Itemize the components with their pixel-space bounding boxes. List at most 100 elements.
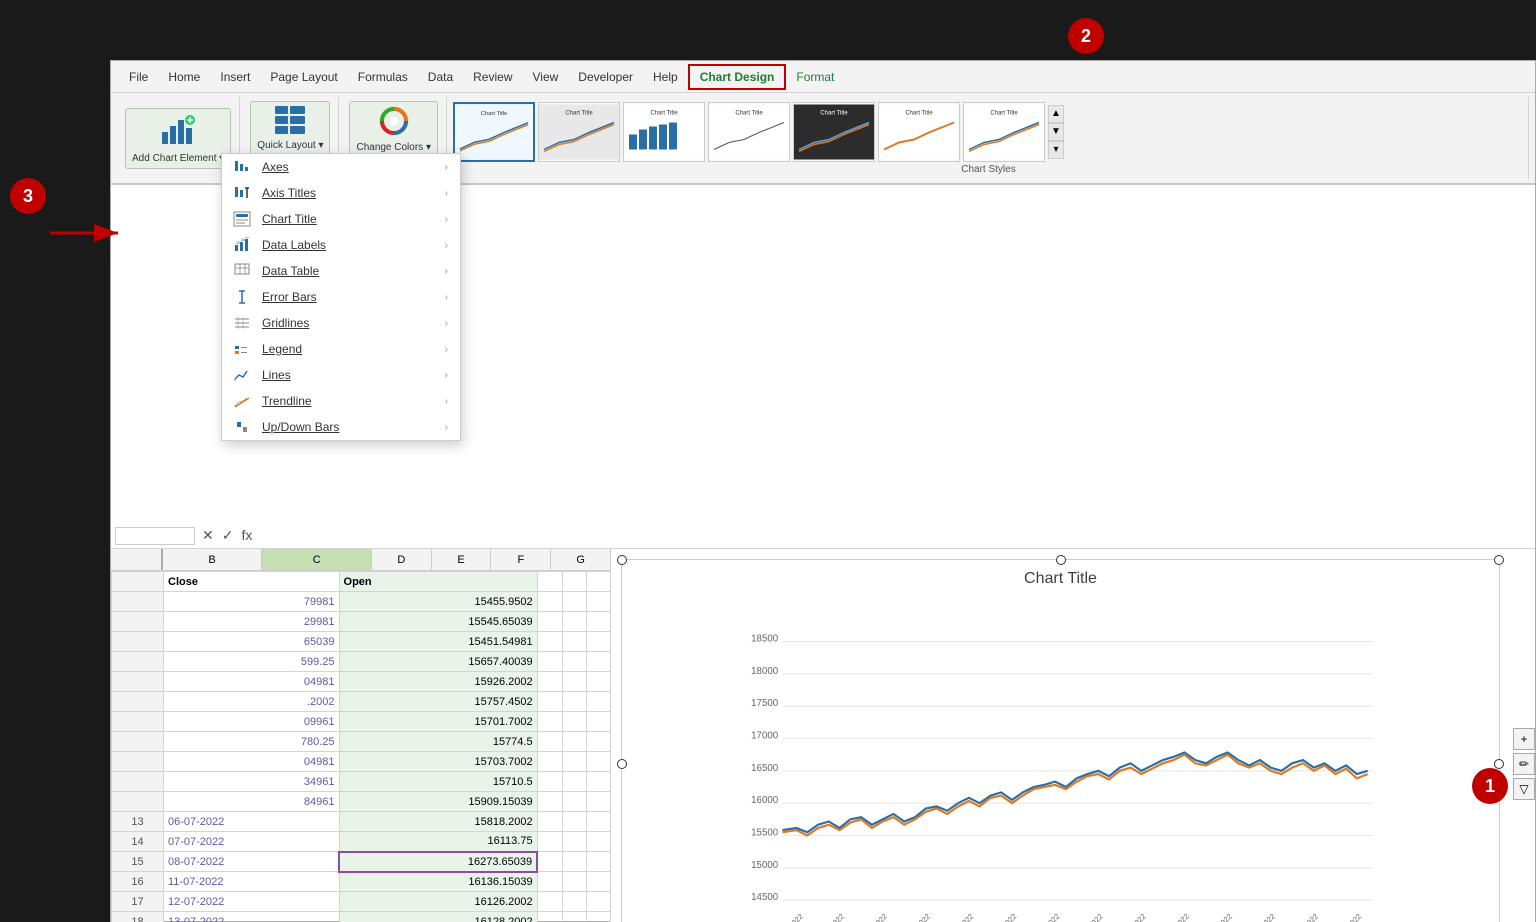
- handle-mr[interactable]: [1494, 759, 1504, 769]
- table-row[interactable]: 0498115926.2002: [112, 672, 611, 692]
- svg-text:Chart Title: Chart Title: [735, 110, 763, 116]
- table-row[interactable]: 0996115701.7002: [112, 712, 611, 732]
- tab-home[interactable]: Home: [158, 64, 210, 90]
- scroll-down-button[interactable]: ▼: [1048, 123, 1064, 141]
- data-table-icon: [230, 263, 254, 279]
- table-row[interactable]: 599.2515657.40039: [112, 652, 611, 672]
- col-header-b[interactable]: B: [163, 549, 263, 570]
- menu-item-data-labels[interactable]: 122436 Data Labels ›: [222, 232, 460, 258]
- table-row[interactable]: 0498115703.7002: [112, 752, 611, 772]
- chart-style-7[interactable]: Chart Title: [963, 102, 1045, 162]
- svg-text:02-08-2022: 02-08-2022: [1028, 912, 1062, 922]
- menu-item-lines[interactable]: Lines ›: [222, 362, 460, 388]
- col-header-d[interactable]: D: [372, 549, 432, 570]
- svg-text:18000: 18000: [751, 666, 779, 677]
- handle-tm[interactable]: [1056, 555, 1066, 565]
- chart-title-label: Chart Title: [262, 212, 445, 226]
- row-num-cell: [112, 572, 164, 592]
- tab-page-layout[interactable]: Page Layout: [260, 64, 347, 90]
- trendline-label: Trendline: [262, 394, 445, 408]
- handle-tl[interactable]: [617, 555, 627, 565]
- add-element-chart-btn[interactable]: +: [1513, 728, 1535, 750]
- tab-chart-design[interactable]: Chart Design: [688, 64, 787, 90]
- table-row[interactable]: 780.2515774.5: [112, 732, 611, 752]
- change-colors-icon: [378, 105, 410, 142]
- menu-item-legend[interactable]: Legend ›: [222, 336, 460, 362]
- axis-titles-icon: [230, 185, 254, 201]
- chart-style-btn[interactable]: ✏: [1513, 753, 1535, 775]
- tab-developer[interactable]: Developer: [568, 64, 643, 90]
- insert-function-icon[interactable]: fx: [238, 527, 255, 544]
- table-row[interactable]: 3496115710.5: [112, 772, 611, 792]
- chart-style-3[interactable]: Chart Title: [623, 102, 705, 162]
- menu-item-axis-titles[interactable]: Axis Titles ›: [222, 180, 460, 206]
- svg-text:18500: 18500: [751, 634, 779, 645]
- data-labels-label: Data Labels: [262, 238, 445, 252]
- svg-text:Chart Title: Chart Title: [481, 110, 508, 116]
- chart-style-4[interactable]: Chart Title: [708, 102, 790, 162]
- axes-label: Axes: [262, 160, 445, 174]
- confirm-formula-icon[interactable]: ✓: [219, 527, 237, 544]
- add-chart-element-button[interactable]: Add Chart Element ▾: [125, 108, 231, 169]
- chart-style-1[interactable]: Chart Title: [453, 102, 535, 162]
- table-row[interactable]: 1712-07-202216126.2002: [112, 892, 611, 912]
- scroll-more-button[interactable]: ▾: [1048, 141, 1064, 159]
- menu-item-axes[interactable]: Axes ›: [222, 154, 460, 180]
- scroll-up-button[interactable]: ▲: [1048, 105, 1064, 123]
- legend-label: Legend: [262, 342, 445, 356]
- quick-layout-button[interactable]: Quick Layout ▾: [250, 101, 330, 156]
- table-row[interactable]: 8496115909.15039: [112, 792, 611, 812]
- table-row[interactable]: 1813-07-202216128.2002: [112, 912, 611, 922]
- cell-empty-e: [562, 572, 586, 592]
- axis-titles-arrow: ›: [445, 188, 448, 199]
- tab-insert[interactable]: Insert: [210, 64, 260, 90]
- change-colors-button[interactable]: Change Colors ▾: [349, 101, 438, 158]
- chart-style-6[interactable]: Chart Title: [878, 102, 960, 162]
- svg-text:16500: 16500: [751, 763, 779, 774]
- cancel-formula-icon[interactable]: ✕: [199, 527, 217, 544]
- name-box[interactable]: [115, 527, 195, 545]
- tab-file[interactable]: File: [119, 64, 158, 90]
- menu-item-gridlines[interactable]: Gridlines ›: [222, 310, 460, 336]
- tab-view[interactable]: View: [523, 64, 569, 90]
- legend-arrow: ›: [445, 344, 448, 355]
- axes-icon: [230, 159, 254, 175]
- menu-item-chart-title[interactable]: Chart Title ›: [222, 206, 460, 232]
- menu-item-trendline[interactable]: Trendline ›: [222, 388, 460, 414]
- col-header-f[interactable]: F: [491, 549, 551, 570]
- table-row[interactable]: .200215757.4502: [112, 692, 611, 712]
- handle-ml[interactable]: [617, 759, 627, 769]
- chart-filter-btn[interactable]: ▽: [1513, 778, 1535, 800]
- trendline-arrow: ›: [445, 396, 448, 407]
- formula-input[interactable]: [259, 527, 1531, 545]
- table-row[interactable]: 1508-07-202216273.65039: [112, 852, 611, 872]
- legend-icon: [230, 341, 254, 357]
- tab-help[interactable]: Help: [643, 64, 688, 90]
- tab-review[interactable]: Review: [463, 64, 522, 90]
- tab-data[interactable]: Data: [418, 64, 463, 90]
- chart-svg: 14000 14500 15000 15500 16000 16500 1700…: [632, 593, 1489, 922]
- table-row[interactable]: 1407-07-202216113.75: [112, 832, 611, 852]
- tab-formulas[interactable]: Formulas: [348, 64, 418, 90]
- chart-style-5[interactable]: Chart Title: [793, 102, 875, 162]
- dropdown-menu: Axes › Axis Titles › Chart Title › 12243…: [221, 153, 461, 441]
- tab-format[interactable]: Format: [786, 64, 844, 90]
- col-header-e[interactable]: E: [432, 549, 492, 570]
- table-row[interactable]: 2998115545.65039: [112, 612, 611, 632]
- trendline-icon: [230, 393, 254, 409]
- table-row[interactable]: 6503915451.54981: [112, 632, 611, 652]
- menu-item-updown-bars[interactable]: Up/Down Bars ›: [222, 414, 460, 440]
- table-row[interactable]: 7998115455.9502: [112, 592, 611, 612]
- col-header-c[interactable]: C: [262, 549, 372, 570]
- svg-text:17500: 17500: [751, 698, 779, 709]
- handle-tr[interactable]: [1494, 555, 1504, 565]
- menu-item-data-table[interactable]: Data Table ›: [222, 258, 460, 284]
- table-row[interactable]: 1306-07-202215818.2002: [112, 812, 611, 832]
- table-row[interactable]: 1611-07-202216136.15039: [112, 872, 611, 892]
- svg-text:26-07-2022: 26-07-2022: [985, 912, 1019, 922]
- col-header-g[interactable]: G: [551, 549, 611, 570]
- svg-text:20-09-2022: 20-09-2022: [1330, 912, 1364, 922]
- menu-item-error-bars[interactable]: Error Bars ›: [222, 284, 460, 310]
- chart-style-2[interactable]: Chart Title: [538, 102, 620, 162]
- chart-title[interactable]: Chart Title: [632, 570, 1489, 588]
